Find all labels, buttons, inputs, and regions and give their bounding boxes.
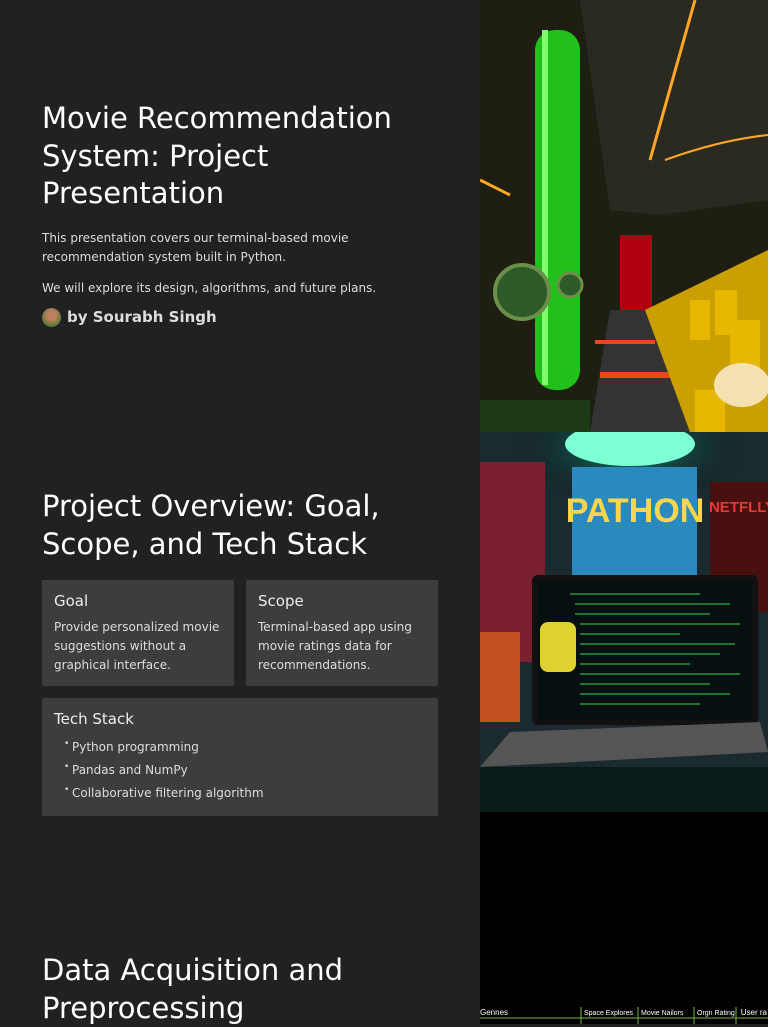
- list-item: Python programming: [54, 733, 426, 759]
- poster-text: PATHON: [566, 492, 705, 530]
- scope-card: Scope Terminal-based app using movie rat…: [246, 580, 438, 686]
- card-title: Tech Stack: [54, 710, 134, 728]
- avatar: [42, 307, 61, 327]
- table-header: Gennes: [480, 1008, 508, 1017]
- overview-slide: Project Overview: Goal, Scope, and Tech …: [42, 488, 438, 816]
- card-title: Goal: [54, 592, 89, 610]
- poster-brand: NETFLLY: [709, 499, 768, 516]
- data-slide: Data Acquisition and Preprocessing: [42, 952, 442, 1027]
- title-slide: Movie Recommendation System: Project Pre…: [42, 100, 442, 327]
- card-title: Scope: [258, 592, 304, 610]
- card-text: Provide personalized movie suggestions w…: [54, 620, 220, 672]
- table-header: Orgn Rating: [697, 1010, 735, 1017]
- content-column: Movie Recommendation System: Project Pre…: [0, 0, 480, 1027]
- intro-text: This presentation covers our terminal-ba…: [42, 230, 349, 264]
- section-title: Data Acquisition and Preprocessing: [42, 953, 344, 1025]
- table-header: Space Explores: [584, 1010, 634, 1017]
- list-item: Collaborative filtering algorithm: [54, 779, 426, 805]
- cinema-image: [480, 0, 768, 432]
- page-title: Movie Recommendation System: Project Pre…: [42, 101, 392, 210]
- laptop-image: PATHON NETFLLY Gennes Space Explores Mov…: [480, 432, 768, 1024]
- author-name: by Sourabh Singh: [67, 308, 217, 326]
- card-text: Terminal-based app using movie ratings d…: [258, 620, 412, 672]
- intro-text-2: We will explore its design, algorithms, …: [42, 280, 377, 295]
- list-item: Pandas and NumPy: [54, 756, 426, 782]
- author: by Sourabh Singh: [42, 307, 442, 327]
- tech-stack-card: Tech Stack Python programming Pandas and…: [42, 698, 438, 816]
- section-title: Project Overview: Goal, Scope, and Tech …: [42, 489, 380, 561]
- goal-card: Goal Provide personalized movie suggesti…: [42, 580, 234, 686]
- table-header: Movie Nailors: [641, 1010, 684, 1017]
- table-header: User ra: [741, 1008, 768, 1017]
